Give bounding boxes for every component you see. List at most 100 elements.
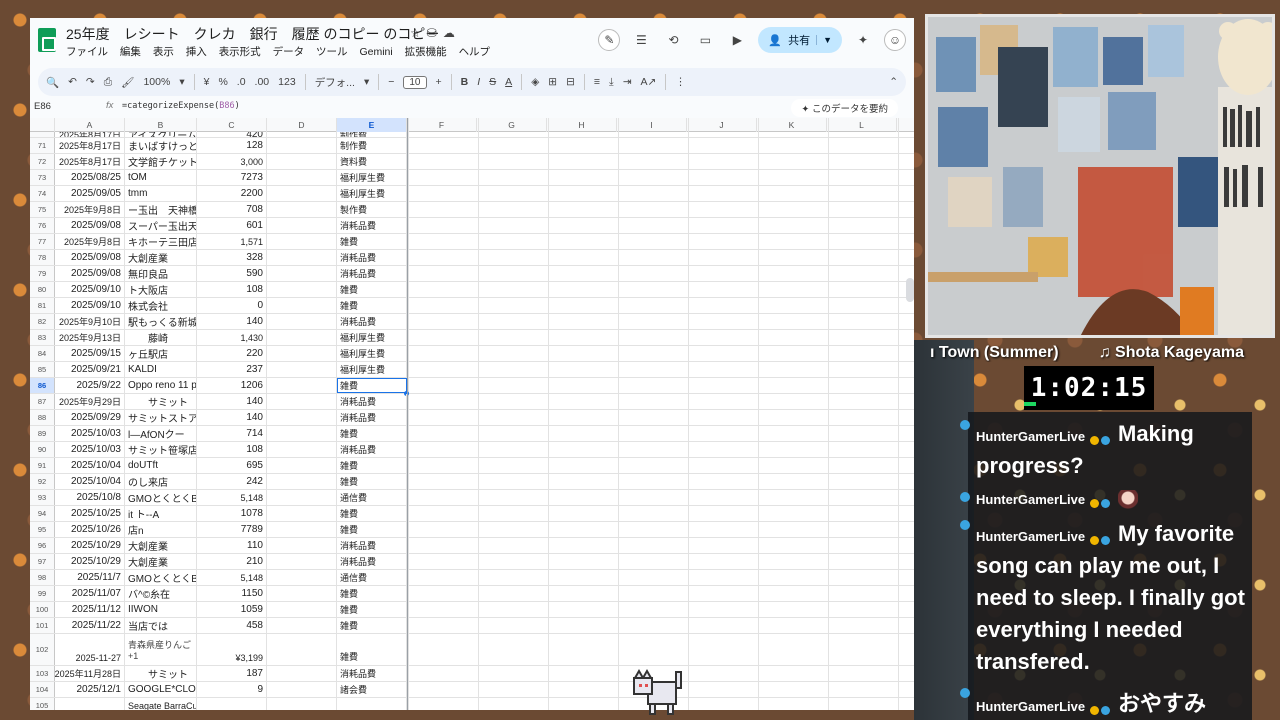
cell-category[interactable]: 通信費 [337, 570, 407, 585]
cell-category[interactable]: 通信費 [337, 490, 407, 505]
gemini-sparkle-icon[interactable]: ✦ [852, 29, 874, 51]
row-number[interactable]: 94 [30, 506, 55, 521]
cell-category[interactable]: 資料費 [337, 154, 407, 169]
cell-date[interactable]: 2025/10/29 [55, 554, 125, 569]
cell-empty[interactable] [267, 218, 337, 233]
cell-store[interactable]: 駅もっくる新城 [125, 314, 197, 329]
cell-amount[interactable]: 128 [197, 138, 267, 153]
menu-data[interactable]: データ [273, 46, 305, 58]
sheets-logo-icon[interactable] [38, 28, 56, 52]
cell-amount[interactable]: 0 [197, 298, 267, 313]
cell-store[interactable]: tmm [125, 186, 197, 201]
cell-category[interactable]: 福利厚生費 [337, 330, 407, 345]
cell-amount[interactable]: 9 [197, 682, 267, 697]
cell-store[interactable]: 店n [125, 522, 197, 537]
doc-title[interactable]: 25年度 レシート クレカ 銀行 履歴 のコピー のコピー [66, 24, 439, 44]
cell-store[interactable]: 青森県産りんご +1 [125, 634, 197, 665]
cell-date[interactable]: 2025/11/22 [55, 618, 125, 633]
cell-empty[interactable] [267, 554, 337, 569]
cell-amount[interactable]: 590 [197, 266, 267, 281]
row-number[interactable]: 99 [30, 586, 55, 601]
cell-date[interactable]: 2025/09/10 [55, 282, 125, 297]
cell-empty[interactable] [267, 138, 337, 153]
cell-date[interactable]: 2025/09/10 [55, 298, 125, 313]
row-number[interactable]: 80 [30, 282, 55, 297]
cell-empty[interactable] [267, 538, 337, 553]
summarize-data-button[interactable]: ✦ このデータを要約 [791, 99, 898, 117]
cell-empty[interactable] [267, 250, 337, 265]
cell-date[interactable] [55, 698, 125, 710]
vertical-scrollbar[interactable] [906, 278, 914, 302]
name-box[interactable]: E86 [34, 101, 51, 112]
row-number[interactable]: 103 [30, 666, 55, 681]
zoom-select[interactable]: 100% [143, 76, 170, 88]
cell-date[interactable]: 2025/11/07 [55, 586, 125, 601]
cell-empty[interactable] [267, 154, 337, 169]
cell-date[interactable]: 2025/11/12 [55, 602, 125, 617]
cell-category[interactable]: 雑費 [337, 618, 407, 633]
comment-icon[interactable]: ▭ [694, 29, 716, 51]
cell-store[interactable]: キホーテ三田店 [125, 234, 197, 249]
row-number[interactable]: 104 [30, 682, 55, 697]
align-vertical-icon[interactable]: ⤓ [609, 76, 614, 89]
column-header-c[interactable]: C [197, 118, 267, 132]
cell-amount[interactable]: 7789 [197, 522, 267, 537]
row-number[interactable]: 77 [30, 234, 55, 249]
cell-store[interactable]: GMOとくとくB [125, 570, 197, 585]
cell-store[interactable]: it ト--A [125, 506, 197, 521]
cell-date[interactable]: 2025年11月28日 [55, 666, 125, 681]
redo-icon[interactable]: ↷ [86, 76, 95, 88]
cell-category[interactable]: 福利厚生費 [337, 170, 407, 185]
row-number[interactable]: 98 [30, 570, 55, 585]
row-number[interactable]: 88 [30, 410, 55, 425]
cell-store[interactable]: ト大阪店 [125, 282, 197, 297]
history-icon[interactable]: ⟲ [662, 29, 684, 51]
row-number[interactable]: 91 [30, 458, 55, 473]
cell-category[interactable]: 雑費 [337, 458, 407, 473]
cell-category[interactable]: 諸会費 [337, 682, 407, 697]
cell-empty[interactable] [267, 522, 337, 537]
cell-category[interactable]: 消耗品費 [337, 394, 407, 409]
menu-help[interactable]: ヘルプ [459, 46, 491, 58]
merge-cells-icon[interactable]: ⊟ [566, 76, 575, 88]
cell-empty[interactable] [267, 570, 337, 585]
move-icon[interactable]: ⛁ [427, 26, 443, 40]
cell-date[interactable]: 2025/10/25 [55, 506, 125, 521]
row-number[interactable]: 87 [30, 394, 55, 409]
row-number[interactable]: 92 [30, 474, 55, 489]
increase-decimal-button[interactable]: .00 [255, 76, 270, 88]
fill-color-icon[interactable]: ◈ [531, 76, 539, 88]
cell-store[interactable]: Oppo reno 11 p [125, 378, 197, 393]
cell-empty[interactable] [267, 362, 337, 377]
cell-empty[interactable] [267, 586, 337, 601]
cell-empty[interactable] [267, 458, 337, 473]
decrease-decimal-button[interactable]: .0 [237, 76, 246, 88]
cell-store[interactable]: l—AfONクー [125, 426, 197, 441]
cell-store[interactable]: ー玉出 天神橋 [125, 202, 197, 217]
row-number[interactable]: 84 [30, 346, 55, 361]
cell-date[interactable]: 2025/10/8 [55, 490, 125, 505]
cell-date[interactable]: 2025/10/04 [55, 458, 125, 473]
cell-category[interactable]: 制作費 [337, 132, 407, 137]
row-number[interactable]: 96 [30, 538, 55, 553]
row-number[interactable]: 81 [30, 298, 55, 313]
cell-empty[interactable] [267, 682, 337, 697]
search-icon[interactable]: 🔍 [46, 76, 59, 89]
cell-category[interactable]: 雑費 [337, 282, 407, 297]
cell-amount[interactable]: 220 [197, 346, 267, 361]
cell-amount[interactable]: 1,430 [197, 330, 267, 345]
cell-empty[interactable] [267, 314, 337, 329]
row-number[interactable]: 79 [30, 266, 55, 281]
undo-icon[interactable]: ↶ [68, 76, 77, 88]
cell-date[interactable]: 2025年8月17日 [55, 138, 125, 153]
cell-amount[interactable]: 108 [197, 442, 267, 457]
menu-extensions[interactable]: 拡張機能 [405, 46, 447, 58]
italic-icon[interactable]: I [477, 76, 480, 88]
cell-category[interactable]: 雑費 [337, 634, 407, 665]
row-number[interactable]: 89 [30, 426, 55, 441]
cell-date[interactable]: 2025年9月13日 [55, 330, 125, 345]
cell-amount[interactable]: 328 [197, 250, 267, 265]
meet-video-icon[interactable]: ▶ [726, 29, 748, 51]
cell-category[interactable]: 雑費 [337, 378, 407, 393]
cell-empty[interactable] [267, 266, 337, 281]
